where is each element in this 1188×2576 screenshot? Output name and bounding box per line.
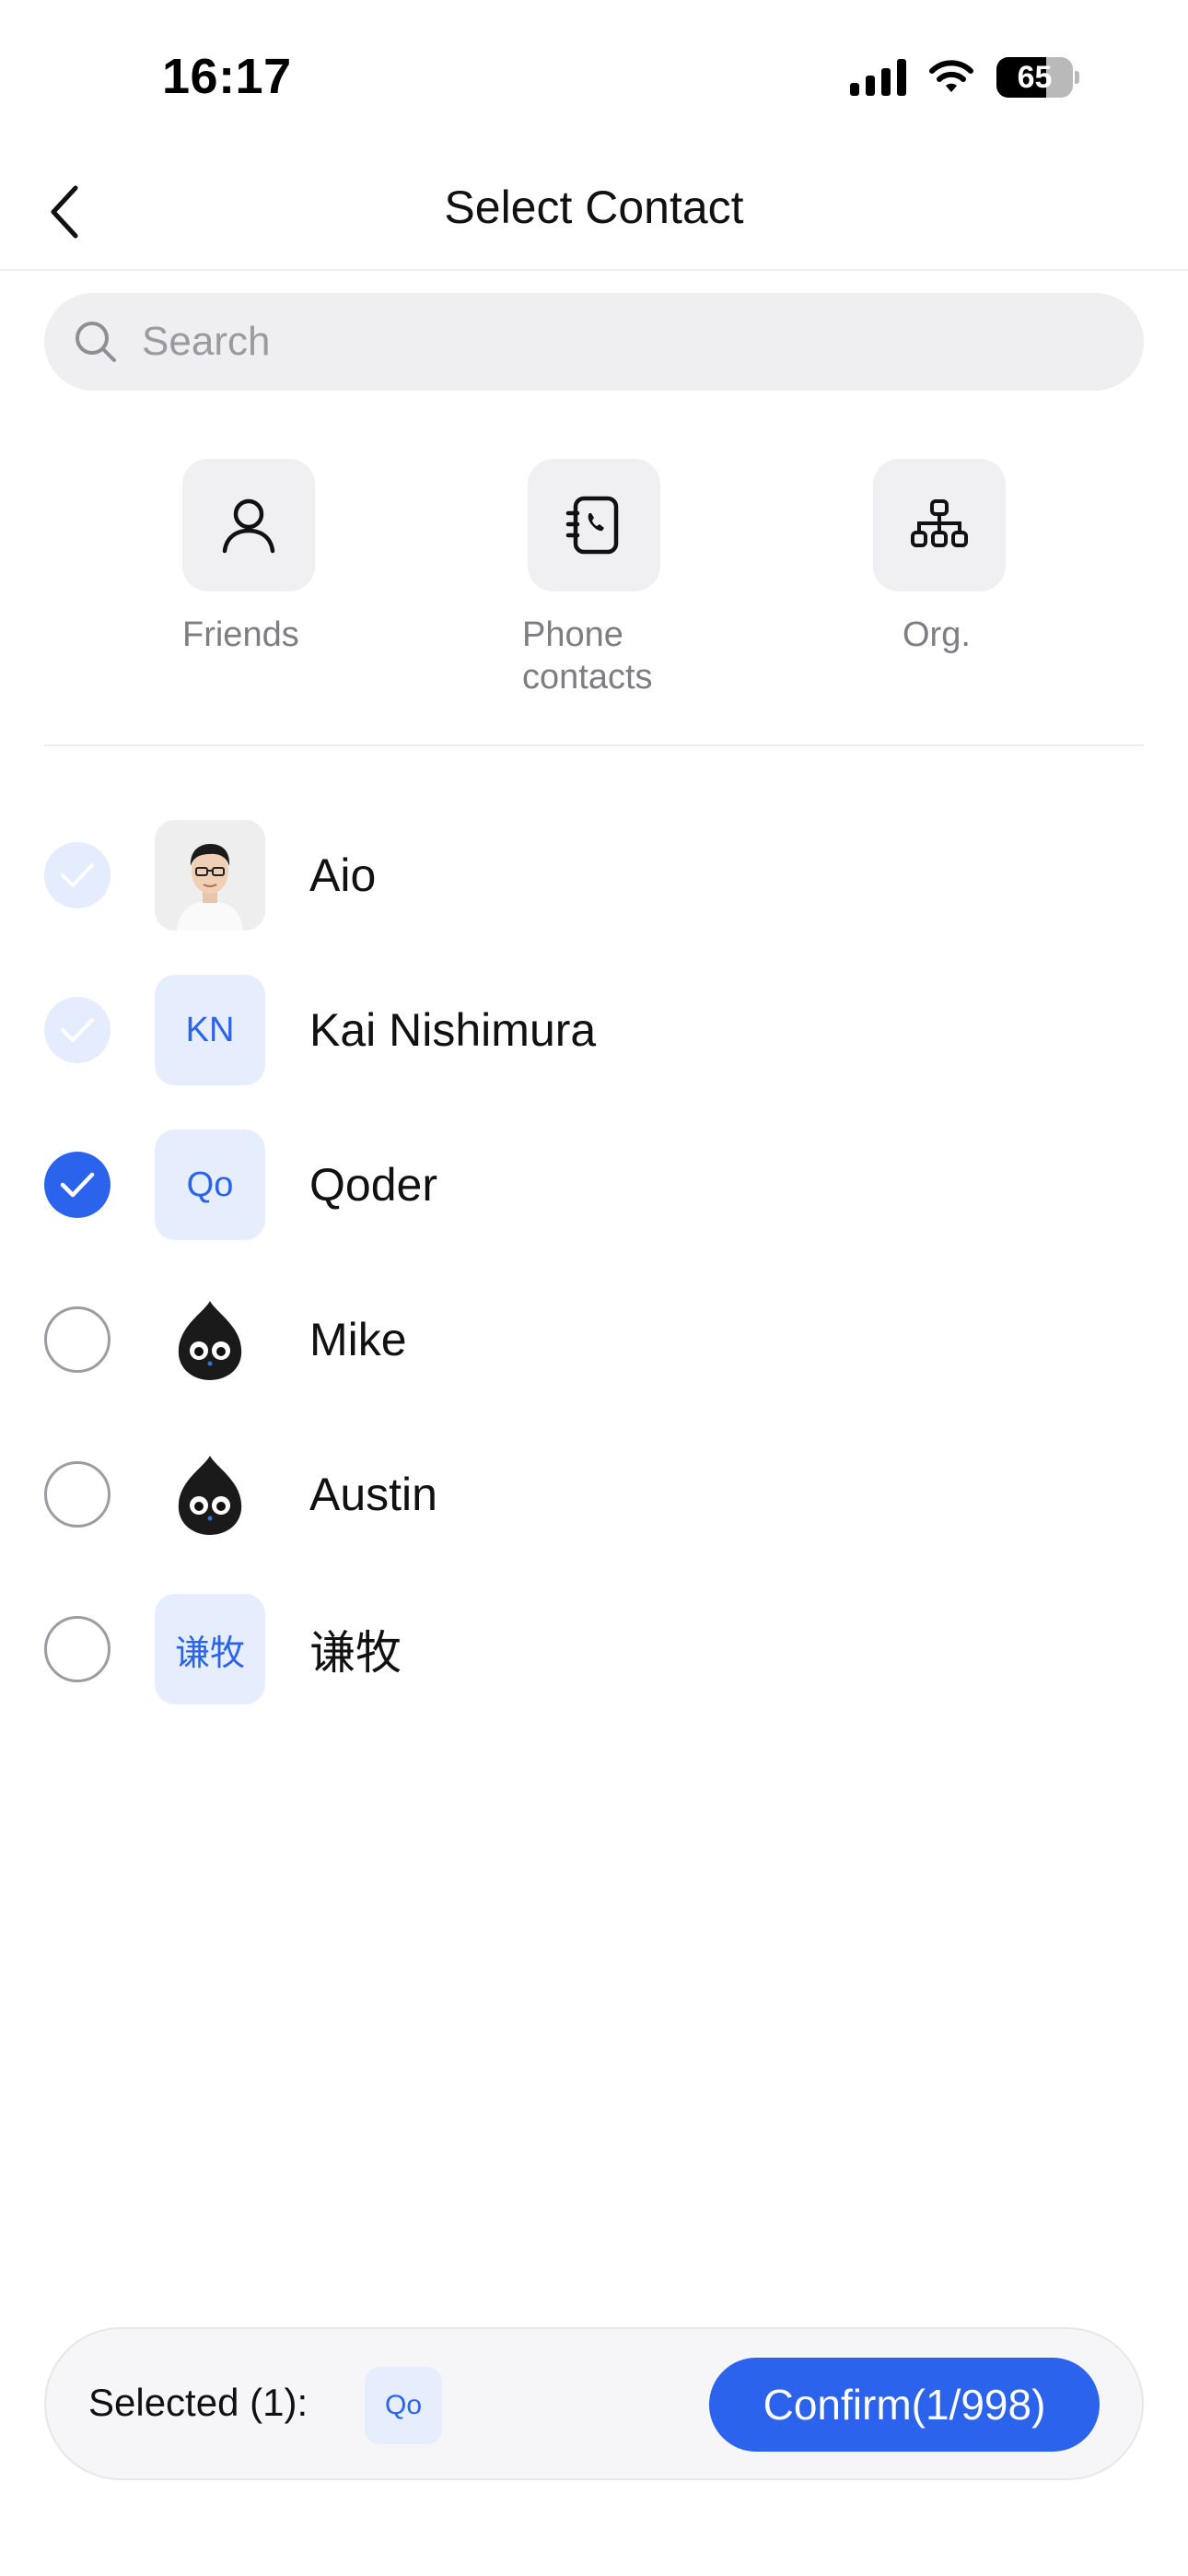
battery-icon: 65 bbox=[996, 57, 1079, 98]
confirm-button[interactable]: Confirm(1/998) bbox=[709, 2358, 1100, 2452]
search-icon bbox=[76, 322, 116, 362]
avatar bbox=[155, 820, 265, 931]
checkbox-unchecked[interactable] bbox=[44, 1306, 111, 1373]
status-icons: 65 bbox=[850, 57, 1079, 98]
divider bbox=[44, 744, 1144, 746]
mascot-avatar-icon bbox=[178, 1456, 242, 1535]
phone-contacts-tile bbox=[528, 459, 660, 591]
check-icon bbox=[60, 1172, 95, 1198]
contact-list: Aio KN Kai Nishimura Qo Qoder Mike Austi… bbox=[0, 798, 1188, 1727]
status-time: 16:17 bbox=[162, 49, 292, 104]
contact-row-austin[interactable]: Austin bbox=[0, 1417, 1188, 1572]
contact-row-qoder[interactable]: Qo Qoder bbox=[0, 1107, 1188, 1262]
checkbox-unchecked[interactable] bbox=[44, 1616, 111, 1682]
mascot-avatar-icon bbox=[178, 1301, 242, 1380]
org-tile bbox=[873, 459, 1006, 591]
avatar: Qo bbox=[155, 1130, 265, 1240]
category-phone-contacts[interactable]: Phone contacts bbox=[522, 459, 743, 698]
checkbox-unchecked[interactable] bbox=[44, 1461, 111, 1528]
checkbox-preselected[interactable] bbox=[44, 842, 111, 908]
contact-name: Aio bbox=[309, 849, 377, 901]
phone-book-icon bbox=[565, 496, 619, 555]
status-bar: 16:17 65 bbox=[0, 0, 1188, 157]
contact-row-kai-nishimura[interactable]: KN Kai Nishimura bbox=[0, 953, 1188, 1107]
wifi-icon bbox=[929, 60, 973, 92]
selected-count-label: Selected (1): bbox=[88, 2381, 309, 2424]
page-title: Select Contact bbox=[444, 181, 744, 233]
org-chart-icon bbox=[911, 499, 968, 547]
selected-contact-chip[interactable]: Qo bbox=[365, 2367, 442, 2444]
check-icon bbox=[61, 863, 94, 887]
checkbox-checked[interactable] bbox=[44, 1152, 111, 1218]
category-label: Friends bbox=[182, 615, 299, 654]
avatar bbox=[155, 1439, 265, 1550]
category-org[interactable]: Org. bbox=[873, 459, 1094, 656]
search-bar[interactable] bbox=[44, 293, 1144, 391]
avatar: 谦牧 bbox=[155, 1594, 265, 1704]
person-photo-icon bbox=[155, 820, 265, 931]
avatar bbox=[155, 1284, 265, 1395]
contact-name: Austin bbox=[309, 1469, 437, 1520]
avatar: KN bbox=[155, 975, 265, 1085]
friends-tile bbox=[182, 459, 315, 591]
contact-row-qianmu[interactable]: 谦牧 谦牧 bbox=[0, 1572, 1188, 1727]
search-input[interactable] bbox=[140, 318, 1065, 366]
selection-bar: Selected (1): Qo Confirm(1/998) bbox=[44, 2327, 1144, 2480]
category-friends[interactable]: Friends bbox=[182, 459, 403, 656]
cellular-signal-icon bbox=[850, 59, 906, 96]
contact-row-aio[interactable]: Aio bbox=[0, 798, 1188, 953]
category-shortcuts: Friends Phone contacts Org. bbox=[0, 459, 1188, 698]
contact-name: Mike bbox=[309, 1314, 407, 1365]
nav-bar: Select Contact bbox=[0, 157, 1188, 271]
contact-name: Qoder bbox=[309, 1159, 437, 1211]
contact-row-mike[interactable]: Mike bbox=[0, 1262, 1188, 1417]
contact-name: 谦牧 bbox=[309, 1627, 402, 1679]
category-label: Org. bbox=[903, 615, 971, 654]
person-icon bbox=[222, 498, 275, 554]
battery-level: 65 bbox=[1017, 59, 1053, 95]
check-icon bbox=[61, 1018, 94, 1042]
checkbox-preselected[interactable] bbox=[44, 997, 111, 1063]
contact-name: Kai Nishimura bbox=[309, 1004, 597, 1056]
category-label: Phone contacts bbox=[522, 615, 653, 697]
